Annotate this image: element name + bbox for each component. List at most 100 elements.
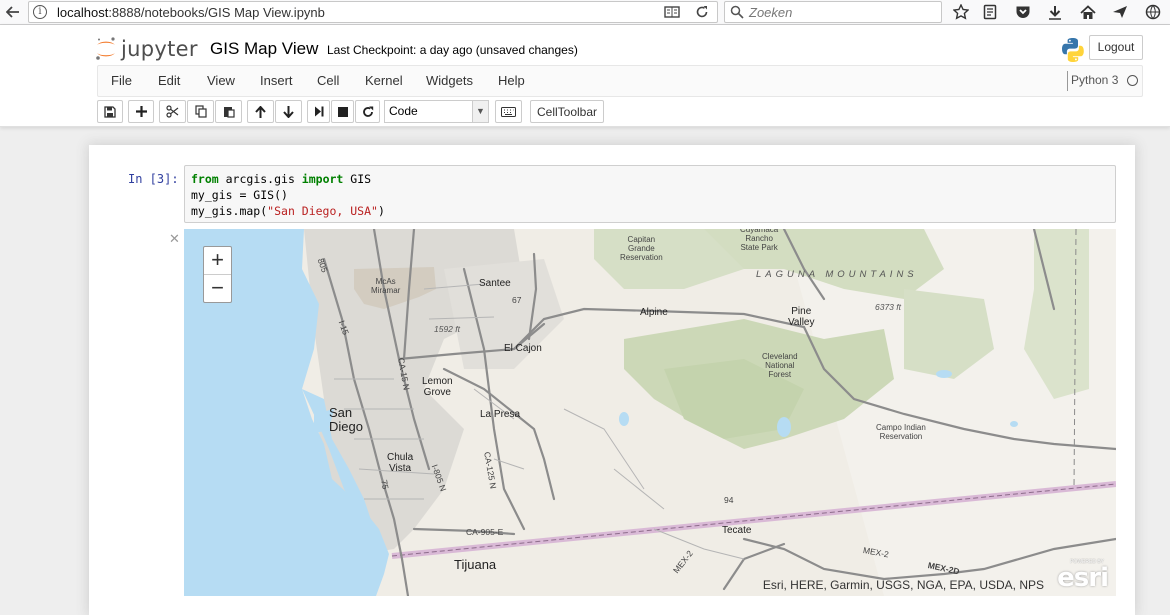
info-icon[interactable]: i — [33, 5, 47, 19]
celltoolbar-button[interactable]: CellToolbar — [530, 100, 604, 123]
close-output-icon[interactable]: ✕ — [169, 231, 180, 247]
send-icon[interactable] — [1111, 3, 1129, 21]
code-token: arcgis.gis — [218, 172, 302, 186]
code-line-3: my_gis.map("San Diego, USA") — [191, 203, 1109, 219]
menu-help[interactable]: Help — [498, 73, 525, 88]
paste-button[interactable] — [215, 100, 242, 123]
bookmark-star-icon[interactable] — [952, 3, 970, 21]
reader-view-icon[interactable] — [663, 3, 681, 21]
save-icon — [104, 105, 116, 118]
menu-file[interactable]: File — [111, 73, 132, 88]
command-palette-button[interactable] — [495, 100, 522, 123]
interrupt-kernel-button[interactable] — [331, 100, 354, 123]
jupyter-logo[interactable]: jupyter — [95, 35, 198, 63]
map-label: 1592 ft — [434, 324, 460, 334]
map-label: Tecate — [722, 525, 752, 536]
menu-edit[interactable]: Edit — [158, 73, 180, 88]
esri-logo[interactable]: esri — [1057, 563, 1109, 593]
plus-icon — [135, 106, 147, 117]
code-token: import — [301, 172, 344, 186]
menubar: File Edit View Insert Cell Kernel Widget… — [97, 65, 1143, 97]
stop-icon — [337, 106, 348, 117]
code-cell-input[interactable]: from arcgis.gis import GIS my_gis = GIS(… — [184, 165, 1116, 223]
restart-icon — [362, 106, 373, 117]
step-forward-icon — [314, 106, 323, 117]
menu-cell[interactable]: Cell — [317, 73, 339, 88]
move-up-button[interactable] — [247, 100, 274, 123]
chevron-down-icon: ▼ — [472, 101, 488, 122]
url-path: :8888/notebooks/GIS Map View.ipynb — [108, 5, 325, 20]
search-placeholder: Zoeken — [749, 5, 793, 20]
jupyter-logo-icon — [96, 37, 115, 60]
browser-toolbar: i localhost:8888/notebooks/GIS Map View.… — [0, 0, 1170, 25]
search-box[interactable]: Zoeken — [724, 1, 942, 23]
menu-widgets[interactable]: Widgets — [426, 73, 473, 88]
map-label: Pine Valley — [788, 306, 815, 328]
map-label: El Cajon — [504, 343, 542, 354]
kernel-name: Python 3 — [1071, 73, 1119, 87]
zoom-control: + − — [203, 246, 232, 303]
code-token: from — [191, 172, 219, 186]
python-logo-icon — [1059, 36, 1087, 64]
map-label: Tijuana — [454, 557, 497, 572]
cell-prompt: In [3]: — [128, 172, 179, 186]
map-label: Chula Vista — [387, 452, 414, 474]
arrow-up-icon — [255, 105, 266, 118]
arrow-down-icon — [283, 105, 294, 118]
copy-button[interactable] — [187, 100, 214, 123]
code-token: my_gis.map( — [191, 204, 268, 218]
keyboard-icon — [501, 106, 516, 117]
cut-button[interactable] — [159, 100, 186, 123]
notebook-header: jupyter GIS Map View Last Checkpoint: a … — [0, 25, 1170, 127]
url-host: localhost — [57, 5, 109, 20]
jupyter-logo-text: jupyter — [121, 37, 198, 61]
address-bar[interactable]: i localhost:8888/notebooks/GIS Map View.… — [28, 1, 718, 23]
code-token: my_gis = GIS() — [191, 188, 288, 202]
back-icon[interactable] — [4, 3, 22, 21]
run-cell-button[interactable] — [307, 100, 330, 123]
notebook-title[interactable]: GIS Map View — [210, 39, 318, 59]
map-label: Cleveland National Forest — [762, 352, 798, 379]
zoom-out-button[interactable]: − — [204, 274, 231, 301]
menu-insert[interactable]: Insert — [260, 73, 293, 88]
search-icon — [728, 3, 746, 21]
reading-list-icon[interactable] — [981, 3, 999, 21]
copy-icon — [194, 105, 207, 118]
pocket-icon[interactable] — [1014, 3, 1032, 21]
restart-kernel-button[interactable] — [355, 100, 380, 123]
map-label: La Presa — [480, 409, 521, 420]
kernel-divider — [1067, 71, 1068, 91]
insert-cell-button[interactable] — [128, 100, 154, 123]
map-label: Santee — [479, 278, 511, 289]
web-extension-icon[interactable] — [1144, 3, 1162, 21]
cell-type-select[interactable]: Code ▼ — [384, 100, 489, 123]
highway-label: 75 — [379, 479, 391, 491]
map-label: Alpine — [640, 307, 668, 318]
code-line-2: my_gis = GIS() — [191, 187, 1109, 203]
zoom-in-button[interactable]: + — [204, 247, 231, 274]
url-text: localhost:8888/notebooks/GIS Map View.ip… — [57, 5, 325, 20]
home-icon[interactable] — [1079, 3, 1097, 21]
save-button[interactable] — [97, 100, 123, 123]
map-label: Capitan Grande Reservation — [620, 235, 663, 262]
cut-icon — [166, 105, 179, 118]
download-icon[interactable] — [1046, 3, 1064, 21]
highway-label: CA-905-E — [466, 527, 504, 537]
map-label: McAs Miramar — [371, 277, 401, 295]
map-label: San Diego — [329, 405, 363, 434]
reload-icon[interactable] — [693, 3, 711, 21]
map-attribution: Esri, HERE, Garmin, USGS, NGA, EPA, USDA… — [762, 578, 1044, 592]
map-label: Lemon Grove — [422, 376, 453, 398]
menu-kernel[interactable]: Kernel — [365, 73, 403, 88]
map-label: Cuyamaca Rancho State Park — [740, 229, 779, 252]
code-token: ) — [377, 204, 385, 218]
menu-view[interactable]: View — [207, 73, 235, 88]
logout-button[interactable]: Logout — [1089, 35, 1143, 60]
highway-label: 67 — [512, 295, 522, 305]
map-label: 6373 ft — [875, 302, 901, 312]
map-base — [184, 229, 1116, 596]
cell-type-value: Code — [389, 104, 418, 118]
move-down-button[interactable] — [275, 100, 302, 123]
kernel-idle-indicator — [1127, 75, 1138, 86]
map-widget[interactable]: Capitan Grande Reservation Cuyamaca Ranc… — [184, 229, 1116, 596]
